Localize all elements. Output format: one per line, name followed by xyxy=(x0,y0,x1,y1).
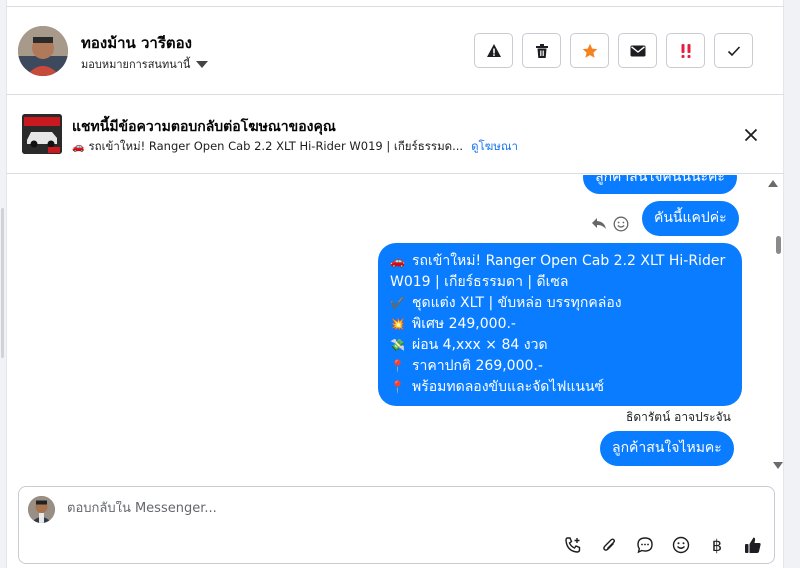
ad-reply-banner: แชทนี้มีข้อความตอบกลับต่อโฆษณาของคุณ 🚗 ร… xyxy=(6,96,784,174)
message-line: 📍 ราคาปกติ 269,000.- xyxy=(390,356,730,377)
report-button[interactable] xyxy=(474,33,513,68)
emoji-icon xyxy=(672,536,690,554)
ad-banner-title: แชทนี้มีข้อความตอบกลับต่อโฆษณาของคุณ xyxy=(72,119,336,135)
assign-label: มอบหมายการสนทนานี้ xyxy=(81,58,191,71)
scroll-down-arrow[interactable] xyxy=(773,462,783,469)
view-ad-link[interactable]: ดูโฆษณา xyxy=(471,138,518,156)
check-icon xyxy=(727,45,740,56)
header-actions xyxy=(474,33,753,68)
payment-button[interactable]: ฿ xyxy=(707,535,727,555)
message-line: 🚗 รถเข้าใหม่! Ranger Open Cab 2.2 XLT Hi-… xyxy=(390,253,726,290)
saved-replies-button[interactable] xyxy=(635,535,655,555)
call-add-icon xyxy=(565,537,581,553)
contact-name[interactable]: ทองม้าน วารีตอง xyxy=(81,31,192,55)
attach-button[interactable] xyxy=(599,535,619,555)
composer-toolbar: ฿ xyxy=(563,535,763,555)
emoji: 💸 xyxy=(390,338,405,352)
ad-thumbnail[interactable] xyxy=(22,114,62,154)
message-bubble[interactable]: ลูกค้าสนใจคันนี้นะคะ xyxy=(583,175,737,194)
ad-banner-subtitle: 🚗 รถเข้าใหม่! Ranger Open Cab 2.2 XLT Hi… xyxy=(72,138,518,156)
message-actions xyxy=(591,216,629,232)
reply-icon[interactable] xyxy=(591,217,607,231)
close-banner-button[interactable] xyxy=(742,126,760,144)
double-exclamation-icon xyxy=(681,43,690,58)
delete-button[interactable] xyxy=(522,33,561,68)
contact-avatar[interactable] xyxy=(18,26,68,76)
close-icon xyxy=(744,128,758,142)
car-icon: 🚗 xyxy=(72,141,85,153)
left-scroll-mark xyxy=(1,208,4,358)
reply-input[interactable] xyxy=(67,501,547,516)
scroll-up-arrow[interactable] xyxy=(768,180,778,187)
attachment-icon xyxy=(603,538,616,551)
reply-composer: ฿ xyxy=(18,486,775,564)
mark-important-button[interactable] xyxy=(666,33,705,68)
like-button[interactable] xyxy=(743,535,763,555)
message-bubble[interactable]: ลูกค้าสนใจไหมคะ xyxy=(600,431,734,466)
sender-name: ธิดารัตน์ อาจประจัน xyxy=(626,410,731,424)
conversation-header: ทองม้าน วารีตอง มอบหมายการสนทนานี้ xyxy=(6,7,784,95)
right-panel-edge xyxy=(784,0,800,568)
trash-icon xyxy=(535,43,548,58)
message-line: 💸 ผ่อน 4,xxx × 84 งวด xyxy=(390,335,730,356)
emoji: 📍 xyxy=(390,359,405,373)
message-line: 💥 พิเศษ 249,000.- xyxy=(390,314,730,335)
emoji-button[interactable] xyxy=(671,535,691,555)
ad-message-bubble[interactable]: 🚗 รถเข้าใหม่! Ranger Open Cab 2.2 XLT Hi-… xyxy=(378,243,742,406)
message-line: 📍 พร้อมทดลองขับและจัดไฟแนนซ์ xyxy=(390,377,730,398)
message-list: ลูกค้าสนใจคันนี้นะคะ คันนี้แคปค่ะ 🚗 รถเข้… xyxy=(6,175,784,475)
message-bubble[interactable]: คันนี้แคปค่ะ xyxy=(642,201,739,236)
warning-icon xyxy=(486,43,501,57)
emoji-icon[interactable] xyxy=(613,216,629,232)
emoji: 📍 xyxy=(390,380,405,394)
baht-icon: ฿ xyxy=(711,535,723,555)
chat-bubble-icon xyxy=(637,537,653,554)
message-line: ✔️ ชุดแต่ง XLT | ขับหล่อ บรรทุกคล่อง xyxy=(390,293,730,314)
caret-down-icon xyxy=(196,60,209,68)
star-icon xyxy=(582,43,597,58)
ad-name: รถเข้าใหม่! Ranger Open Cab 2.2 XLT Hi-R… xyxy=(88,139,464,153)
emoji: 🚗 xyxy=(390,254,405,268)
call-button[interactable] xyxy=(563,535,583,555)
assign-conversation-dropdown[interactable]: มอบหมายการสนทนานี้ xyxy=(81,55,209,73)
emoji: 💥 xyxy=(390,317,405,331)
mail-icon xyxy=(630,45,645,56)
mark-unread-button[interactable] xyxy=(618,33,657,68)
scrollbar-thumb[interactable] xyxy=(776,236,781,254)
emoji: ✔️ xyxy=(390,296,405,310)
user-avatar xyxy=(28,496,55,523)
mark-done-button[interactable] xyxy=(714,33,753,68)
star-button[interactable] xyxy=(570,33,609,68)
thumbs-up-icon xyxy=(745,537,761,553)
